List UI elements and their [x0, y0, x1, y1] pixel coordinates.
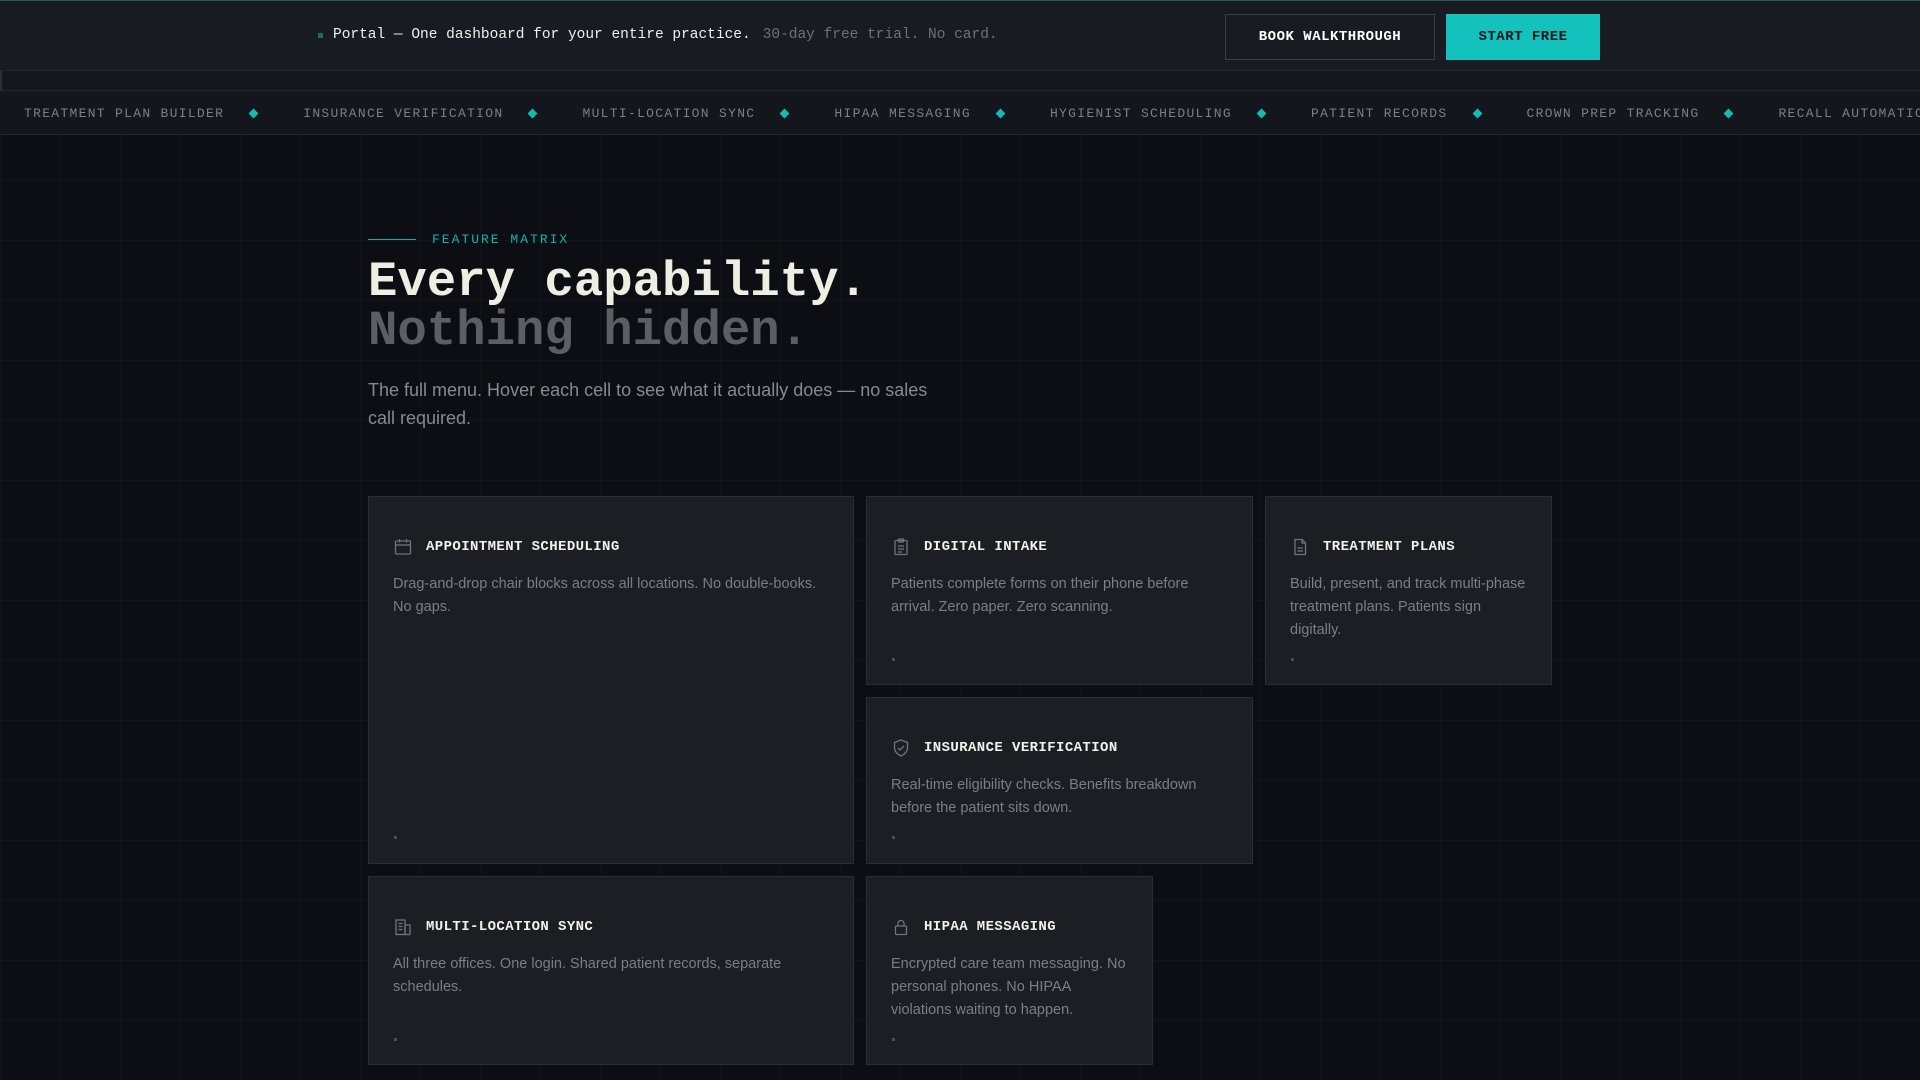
lock-icon	[894, 919, 908, 936]
document-icon	[1294, 538, 1307, 556]
announcement-subtext: 30-day free trial. No card.	[762, 27, 998, 43]
top-announcement-bar: Portal — One dashboard for your entire p…	[0, 0, 1920, 71]
page-title: Every capability. Nothing hidden.	[368, 258, 868, 356]
card-indicator-dot	[892, 658, 895, 661]
card-description: Real-time eligibility checks. Benefits b…	[891, 777, 1197, 816]
feature-ticker: TREATMENT PLAN BUILDER INSURANCE VERIFIC…	[0, 90, 1920, 135]
card-header: DIGITAL INTAKE	[891, 537, 1047, 557]
announcement-headline: Portal — One dashboard for your entire p…	[333, 27, 751, 43]
card-title: TREATMENT PLANS	[1323, 539, 1456, 555]
ticker-item: HYGIENIST SCHEDULING	[1050, 106, 1311, 121]
card-header: HIPAA MESSAGING	[891, 917, 1056, 937]
ticker-label: PATIENT RECORDS	[1310, 105, 1448, 121]
ticker-item: INSURANCE VERIFICATION	[303, 106, 582, 121]
title-line-secondary: Nothing hidden.	[368, 303, 810, 359]
announcement: Portal — One dashboard for your entire p…	[318, 27, 998, 43]
card-description: Patients complete forms on their phone b…	[891, 576, 1189, 615]
feature-card-multi-location-sync[interactable]: MULTI-LOCATION SYNC All three offices. O…	[368, 876, 854, 1065]
ticker-track: TREATMENT PLAN BUILDER INSURANCE VERIFIC…	[24, 91, 1920, 134]
card-title: DIGITAL INTAKE	[924, 539, 1048, 555]
card-header: APPOINTMENT SCHEDULING	[393, 537, 620, 557]
feature-card-digital-intake[interactable]: DIGITAL INTAKE Patients complete forms o…	[866, 496, 1253, 685]
card-title: APPOINTMENT SCHEDULING	[426, 539, 620, 555]
card-indicator-dot	[1291, 658, 1294, 661]
card-indicator-dot	[892, 1038, 895, 1041]
ticker-label: CROWN PREP TRACKING	[1526, 105, 1700, 121]
ticker-label: MULTI-LOCATION SYNC	[582, 105, 756, 121]
card-description: Drag-and-drop chair blocks across all lo…	[393, 576, 817, 615]
diamond-icon	[528, 108, 538, 118]
ticker-item: TREATMENT PLAN BUILDER	[24, 106, 303, 121]
diamond-icon	[1472, 108, 1482, 118]
ticker-item: HIPAA MESSAGING	[834, 106, 1050, 121]
feature-card-hipaa-messaging[interactable]: HIPAA MESSAGING Encrypted care team mess…	[866, 876, 1153, 1065]
feature-card-insurance-verification[interactable]: INSURANCE VERIFICATION Real-time eligibi…	[866, 697, 1253, 864]
card-title: MULTI-LOCATION SYNC	[426, 919, 594, 935]
ticker-item: MULTI-LOCATION SYNC	[582, 106, 834, 121]
card-title: HIPAA MESSAGING	[924, 919, 1057, 935]
ticker-label: HIPAA MESSAGING	[834, 105, 971, 121]
building-icon	[395, 919, 411, 936]
ticker-label: TREATMENT PLAN BUILDER	[24, 105, 225, 121]
diamond-icon	[779, 108, 790, 118]
diamond-icon	[1723, 108, 1734, 118]
calendar-icon	[394, 539, 412, 555]
card-indicator-dot	[892, 836, 895, 839]
card-indicator-dot	[394, 1038, 397, 1041]
ticker-item: PATIENT RECORDS	[1311, 106, 1527, 121]
ticker-label: INSURANCE VERIFICATION	[303, 105, 504, 121]
feature-card-appointment-scheduling[interactable]: APPOINTMENT SCHEDULING Drag-and-drop cha…	[368, 496, 854, 864]
card-header: MULTI-LOCATION SYNC	[393, 917, 593, 937]
card-header: INSURANCE VERIFICATION	[891, 738, 1118, 758]
card-description: All three offices. One login. Shared pat…	[393, 956, 782, 995]
card-title: INSURANCE VERIFICATION	[924, 740, 1118, 756]
page-lede: The full menu. Hover each cell to see wh…	[368, 380, 928, 428]
feature-card-treatment-plans[interactable]: TREATMENT PLANS Build, present, and trac…	[1265, 496, 1552, 685]
card-indicator-dot	[394, 836, 397, 839]
diamond-icon	[995, 108, 1006, 118]
eyebrow-label: FEATURE MATRIX	[432, 232, 570, 247]
ticker-item: RECALL AUTOMATION	[1778, 106, 1920, 121]
diamond-icon	[248, 108, 259, 118]
diamond-icon	[1256, 108, 1267, 118]
card-description: Encrypted care team messaging. No person…	[891, 956, 1126, 1018]
card-description: Build, present, and track multi-phase tr…	[1290, 576, 1526, 638]
status-dot	[318, 32, 323, 38]
ticker-item: CROWN PREP TRACKING	[1527, 106, 1779, 121]
book-walkthrough-button[interactable]: BOOK WALKTHROUGH	[1225, 14, 1435, 60]
header-spacer	[0, 71, 1920, 90]
shield-check-icon	[893, 739, 909, 757]
ticker-label: HYGIENIST SCHEDULING	[1049, 105, 1232, 121]
start-free-button[interactable]: START FREE	[1446, 14, 1600, 60]
clipboard-icon	[894, 538, 908, 556]
title-line-primary: Every capability.	[368, 254, 868, 310]
card-header: TREATMENT PLANS	[1290, 537, 1455, 557]
section-eyebrow: FEATURE MATRIX	[368, 232, 569, 247]
ticker-label: RECALL AUTOMATION	[1778, 105, 1920, 121]
eyebrow-rule	[368, 239, 416, 240]
